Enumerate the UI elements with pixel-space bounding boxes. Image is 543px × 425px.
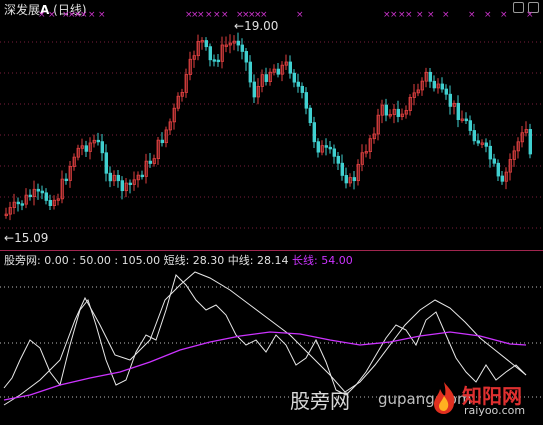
low-price-label: ←15.09 <box>4 231 49 245</box>
mid-line-value: 28.14 <box>257 254 289 267</box>
candle-body <box>292 72 296 83</box>
flame-logo-icon <box>434 382 455 414</box>
candle-body <box>140 174 144 178</box>
candle-body <box>324 145 328 148</box>
candle-body <box>40 190 44 194</box>
candle-body <box>216 59 220 63</box>
candle-body <box>160 139 164 144</box>
candle-body <box>300 85 304 93</box>
candle-body <box>44 192 48 201</box>
candle-body <box>96 139 100 143</box>
candle-body <box>20 203 24 206</box>
candle-body <box>264 74 268 82</box>
candle-body <box>28 194 32 198</box>
candle-body <box>456 102 460 120</box>
candle-body <box>444 88 448 95</box>
candle-body <box>432 80 436 89</box>
candle-body <box>528 129 532 155</box>
long-line-value: 54.00 <box>321 254 353 267</box>
indicator-levels: : 0.00 : 50.00 : 105.00 <box>37 254 161 267</box>
short-line-label: 短线: <box>163 254 190 267</box>
candle-body <box>312 122 316 143</box>
candle-body <box>240 44 244 52</box>
candle-body <box>16 201 20 205</box>
candle-body <box>316 141 320 153</box>
candle-body <box>396 108 400 117</box>
candle-body <box>488 145 492 160</box>
candle-body <box>64 178 68 182</box>
watermark-logo-sub: raiyoo.com <box>464 404 526 417</box>
candle-body <box>464 118 468 122</box>
watermark-site: 股旁网 <box>290 389 350 413</box>
candle-body <box>252 81 256 98</box>
candle-body <box>332 148 336 157</box>
candle-body <box>128 182 132 185</box>
candle-body <box>384 104 388 116</box>
candle-body <box>328 146 332 150</box>
candle-body <box>296 81 300 87</box>
short-line <box>3 274 527 396</box>
candle-body <box>492 158 496 164</box>
candle-body <box>496 162 500 177</box>
candle-body <box>440 83 444 90</box>
candle-body <box>212 59 216 62</box>
indicator-header: 股旁网: 0.00 : 50.00 : 105.00 短线: 28.30 中线:… <box>4 252 353 268</box>
mid-line-label: 中线: <box>227 254 254 267</box>
candle-body <box>340 162 344 176</box>
candle-body <box>48 200 52 206</box>
candle-body <box>208 46 212 61</box>
candle-body <box>344 175 348 184</box>
panel-divider[interactable] <box>0 250 543 251</box>
candle-body <box>100 141 104 154</box>
candle-body <box>244 51 248 63</box>
indicator-name: 股旁网 <box>4 254 37 267</box>
candle-body <box>304 92 308 109</box>
candle-body <box>204 40 208 48</box>
candle-body <box>472 130 476 142</box>
candle-body <box>36 188 40 192</box>
candle-body <box>484 142 488 147</box>
candle-body <box>468 120 472 131</box>
high-price-label: ←19.00 <box>234 19 279 33</box>
candle-body <box>448 93 452 107</box>
candle-body <box>120 180 124 192</box>
price-chart[interactable] <box>0 0 543 425</box>
candle-body <box>108 172 112 182</box>
candle-body <box>428 71 432 82</box>
candle-body <box>84 145 88 152</box>
candle-body <box>500 175 504 182</box>
candle-body <box>308 107 312 124</box>
candle-body <box>476 140 480 144</box>
candle-body <box>336 155 340 164</box>
candle-body <box>116 174 120 182</box>
candle-body <box>288 61 292 74</box>
candle-body <box>236 40 240 46</box>
candle-body <box>352 177 356 182</box>
candle-body <box>248 61 252 83</box>
candle-body <box>104 152 108 174</box>
long-line-label: 长线: <box>292 254 318 267</box>
short-line-value: 28.30 <box>192 254 225 267</box>
candle-body <box>276 68 280 75</box>
candle-body <box>148 160 152 164</box>
